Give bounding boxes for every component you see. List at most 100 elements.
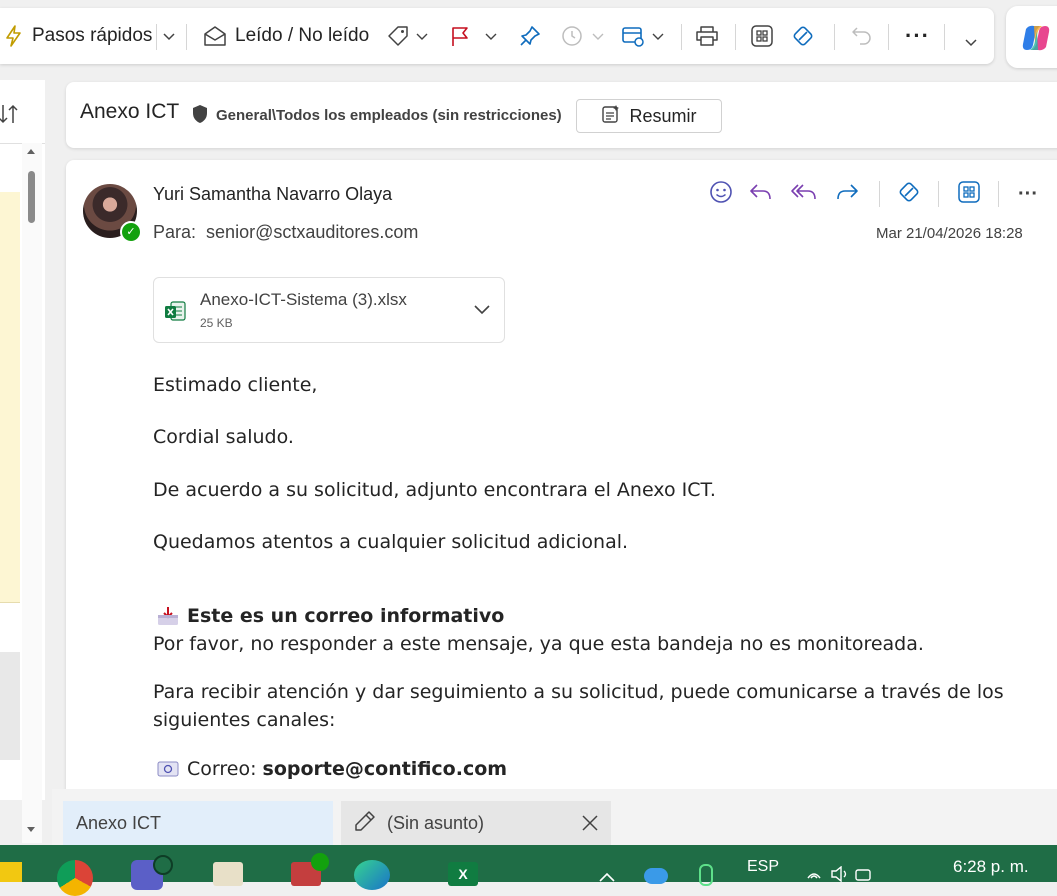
email-envelope-icon xyxy=(157,760,179,783)
reply-all-button[interactable] xyxy=(789,180,819,208)
list-scrollbar[interactable] xyxy=(22,143,42,843)
chevron-down-icon xyxy=(652,31,664,41)
reply-all-icon xyxy=(790,181,818,208)
more-icon: ··· xyxy=(1018,183,1038,205)
expand-icon xyxy=(964,37,978,47)
expand-ribbon-button[interactable] xyxy=(964,14,978,70)
chevron-down-icon xyxy=(416,31,428,41)
tab-anexo-ict[interactable]: Anexo ICT xyxy=(63,801,333,845)
notification-badge-icon xyxy=(311,853,329,871)
lightning-icon xyxy=(4,25,24,47)
inbox-tray-icon xyxy=(157,606,179,631)
excel-file-icon xyxy=(163,299,187,328)
list-item[interactable] xyxy=(0,356,20,439)
more-options-button[interactable]: ··· xyxy=(905,8,930,64)
read-unread-button[interactable]: Leído / No leído xyxy=(203,8,369,64)
chevron-down-icon xyxy=(162,31,176,41)
presence-available-icon: ✓ xyxy=(120,221,142,243)
list-item[interactable] xyxy=(0,438,20,521)
rules-icon xyxy=(620,24,646,48)
reply-button[interactable] xyxy=(746,180,776,208)
list-item[interactable] xyxy=(0,652,20,760)
translate-message-button[interactable] xyxy=(894,180,924,208)
tab-label: (Sin asunto) xyxy=(387,812,485,833)
chevron-up-icon[interactable] xyxy=(597,870,617,888)
forward-button[interactable] xyxy=(832,180,862,208)
recipients-row: Para: senior@sctxauditores.com xyxy=(153,222,418,243)
forward-icon xyxy=(834,181,860,208)
body-salute: Cordial saludo. xyxy=(153,426,294,448)
chevron-down-icon xyxy=(592,31,604,41)
to-label: Para: xyxy=(153,222,197,242)
translate-icon xyxy=(896,179,922,210)
message-date: Mar 21/04/2026 18:28 xyxy=(876,225,1023,242)
rules-button[interactable] xyxy=(620,8,664,64)
input-language[interactable]: ESP xyxy=(747,858,779,876)
shield-icon xyxy=(191,104,209,129)
channels-line-2: siguientes canales: xyxy=(153,709,336,731)
message-more-button[interactable]: ··· xyxy=(1013,180,1043,208)
reply-icon xyxy=(748,181,774,208)
snooze-button[interactable] xyxy=(560,8,604,64)
summarize-button[interactable]: Resumir xyxy=(576,99,722,133)
excel-taskbar-icon[interactable]: X xyxy=(448,862,478,886)
notice-text: Por favor, no responder a este mensaje, … xyxy=(153,633,924,655)
email-label: Correo: xyxy=(187,758,257,780)
undo-icon xyxy=(850,24,874,48)
body-greeting: Estimado cliente, xyxy=(153,374,318,396)
system-tray-icons[interactable] xyxy=(806,865,872,883)
quick-steps-button[interactable]: Pasos rápidos xyxy=(4,8,152,64)
quick-steps-dropdown[interactable] xyxy=(162,8,176,64)
smiley-icon xyxy=(709,180,733,209)
print-button[interactable] xyxy=(694,8,720,64)
taskbar-clock[interactable]: 6:28 p. m. xyxy=(953,857,1029,877)
read-unread-label: Leído / No leído xyxy=(235,25,370,46)
pin-button[interactable] xyxy=(518,8,542,64)
list-item[interactable] xyxy=(0,192,20,275)
recipient-address[interactable]: senior@sctxauditores.com xyxy=(206,222,418,242)
message-apps-button[interactable] xyxy=(954,180,984,208)
categorize-button[interactable] xyxy=(386,8,428,64)
chrome-icon[interactable] xyxy=(57,860,93,896)
summarize-label: Resumir xyxy=(629,105,697,126)
apps-icon xyxy=(750,24,774,48)
close-icon[interactable] xyxy=(580,813,600,838)
envelope-open-icon xyxy=(203,25,227,47)
edge-icon[interactable] xyxy=(354,860,390,890)
email-channel: Correo: soporte@contifico.com xyxy=(187,758,507,780)
teams-status-icon xyxy=(153,855,173,875)
body-line-2: Quedamos atentos a cualquier solicitud a… xyxy=(153,531,629,553)
tab-draft[interactable]: (Sin asunto) xyxy=(341,801,611,845)
pin-icon xyxy=(518,24,542,48)
chevron-down-icon xyxy=(485,31,497,41)
translate-icon xyxy=(790,23,816,49)
quick-steps-label: Pasos rápidos xyxy=(32,25,153,46)
sort-icon[interactable] xyxy=(0,102,20,131)
file-explorer-icon[interactable] xyxy=(0,862,22,882)
attachment-card[interactable] xyxy=(153,277,505,343)
copilot-icon xyxy=(1020,23,1052,58)
flag-button[interactable] xyxy=(449,8,497,64)
copilot-button[interactable] xyxy=(1006,6,1057,68)
apps-icon xyxy=(957,180,981,209)
tag-icon xyxy=(386,25,410,47)
list-item[interactable] xyxy=(0,274,20,357)
body-line-1: De acuerdo a su solicitud, adjunto encon… xyxy=(153,479,716,501)
undo-button[interactable] xyxy=(850,8,874,64)
ribbon-toolbar: Pasos rápidos Leído / No leído ··· xyxy=(0,8,994,64)
apps-button[interactable] xyxy=(750,8,774,64)
translate-button[interactable] xyxy=(790,8,816,64)
message-subject: Anexo ICT xyxy=(80,100,180,123)
notepad-icon[interactable] xyxy=(213,862,243,886)
support-email-link[interactable]: soporte@contifico.com xyxy=(263,758,508,780)
sender-name[interactable]: Yuri Samantha Navarro Olaya xyxy=(153,184,392,205)
channels-line-1: Para recibir atención y dar seguimiento … xyxy=(153,681,1004,703)
sensitivity-label[interactable]: General\Todos los empleados (sin restric… xyxy=(216,107,562,124)
attachment-menu-chevron-icon[interactable] xyxy=(472,302,492,321)
microphone-icon[interactable] xyxy=(699,864,713,886)
flag-icon xyxy=(449,25,471,47)
react-button[interactable] xyxy=(706,180,736,208)
attachment-name: Anexo-ICT-Sistema (3).xlsx xyxy=(200,290,407,309)
pencil-icon xyxy=(353,809,377,838)
list-item[interactable] xyxy=(0,520,20,603)
